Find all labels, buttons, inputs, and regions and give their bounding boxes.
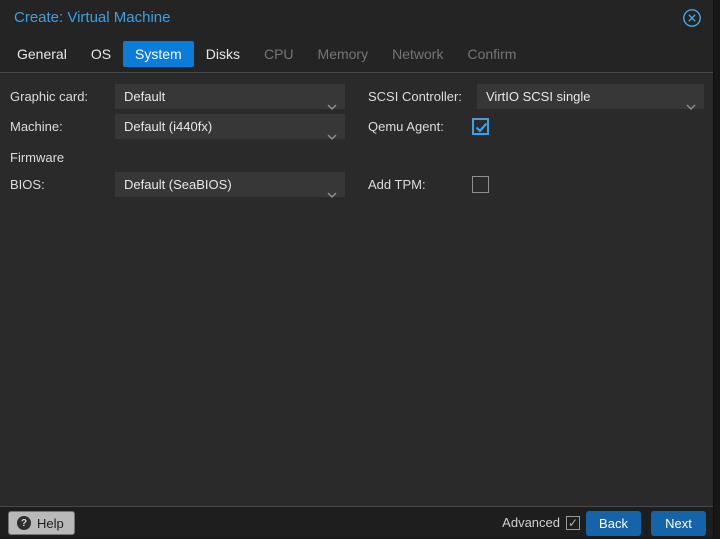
tab-disks[interactable]: Disks	[194, 41, 252, 67]
tab-network: Network	[392, 46, 444, 62]
dialog-footer: ? Help Advanced ✓ Back Next	[0, 506, 713, 538]
qemu-agent-checkbox[interactable]	[472, 118, 489, 135]
dialog-title: Create: Virtual Machine	[14, 9, 171, 26]
graphic-card-select[interactable]: Default	[115, 84, 345, 110]
scsi-controller-value: VirtIO SCSI single	[486, 89, 591, 104]
create-vm-dialog: Create: Virtual Machine General OS Syste…	[0, 0, 714, 538]
advanced-checkbox[interactable]: ✓	[566, 516, 580, 530]
system-tab-panel: Graphic card: Default Machine: Default (…	[0, 74, 713, 506]
tab-confirm: Confirm	[467, 46, 517, 62]
bios-value: Default (SeaBIOS)	[124, 177, 232, 192]
help-button-label: Help	[37, 515, 64, 531]
bios-select[interactable]: Default (SeaBIOS)	[115, 172, 345, 198]
checkmark-icon	[475, 122, 488, 133]
tab-system[interactable]: System	[123, 41, 194, 67]
question-icon: ?	[17, 516, 31, 530]
scsi-controller-select[interactable]: VirtIO SCSI single	[477, 84, 704, 110]
tab-cpu: CPU	[263, 46, 294, 62]
chevron-down-icon	[327, 123, 337, 148]
qemu-agent-label: Qemu Agent:	[368, 119, 444, 134]
wizard-tabbar: General OS System Disks CPU Memory Netwo…	[0, 36, 713, 73]
help-button[interactable]: ? Help	[8, 511, 75, 535]
add-tpm-checkbox[interactable]	[472, 176, 489, 193]
chevron-down-icon	[686, 93, 696, 118]
chevron-down-icon	[327, 181, 337, 206]
tab-os[interactable]: OS	[79, 41, 123, 67]
bios-label: BIOS:	[10, 177, 45, 192]
firmware-section-label: Firmware	[10, 150, 65, 165]
advanced-label: Advanced	[502, 515, 560, 530]
scsi-controller-label: SCSI Controller:	[368, 89, 462, 104]
tab-memory: Memory	[317, 46, 369, 62]
machine-value: Default (i440fx)	[124, 119, 213, 134]
next-button[interactable]: Next	[651, 511, 706, 536]
graphic-card-label: Graphic card:	[10, 89, 89, 104]
back-button[interactable]: Back	[586, 511, 641, 536]
graphic-card-value: Default	[124, 89, 166, 104]
background-page-edge	[715, 0, 720, 538]
tab-general[interactable]: General	[5, 41, 79, 67]
machine-select[interactable]: Default (i440fx)	[115, 114, 345, 140]
close-icon[interactable]	[682, 8, 702, 28]
machine-label: Machine:	[10, 119, 63, 134]
add-tpm-label: Add TPM:	[368, 177, 426, 192]
dialog-titlebar: Create: Virtual Machine	[0, 0, 713, 36]
